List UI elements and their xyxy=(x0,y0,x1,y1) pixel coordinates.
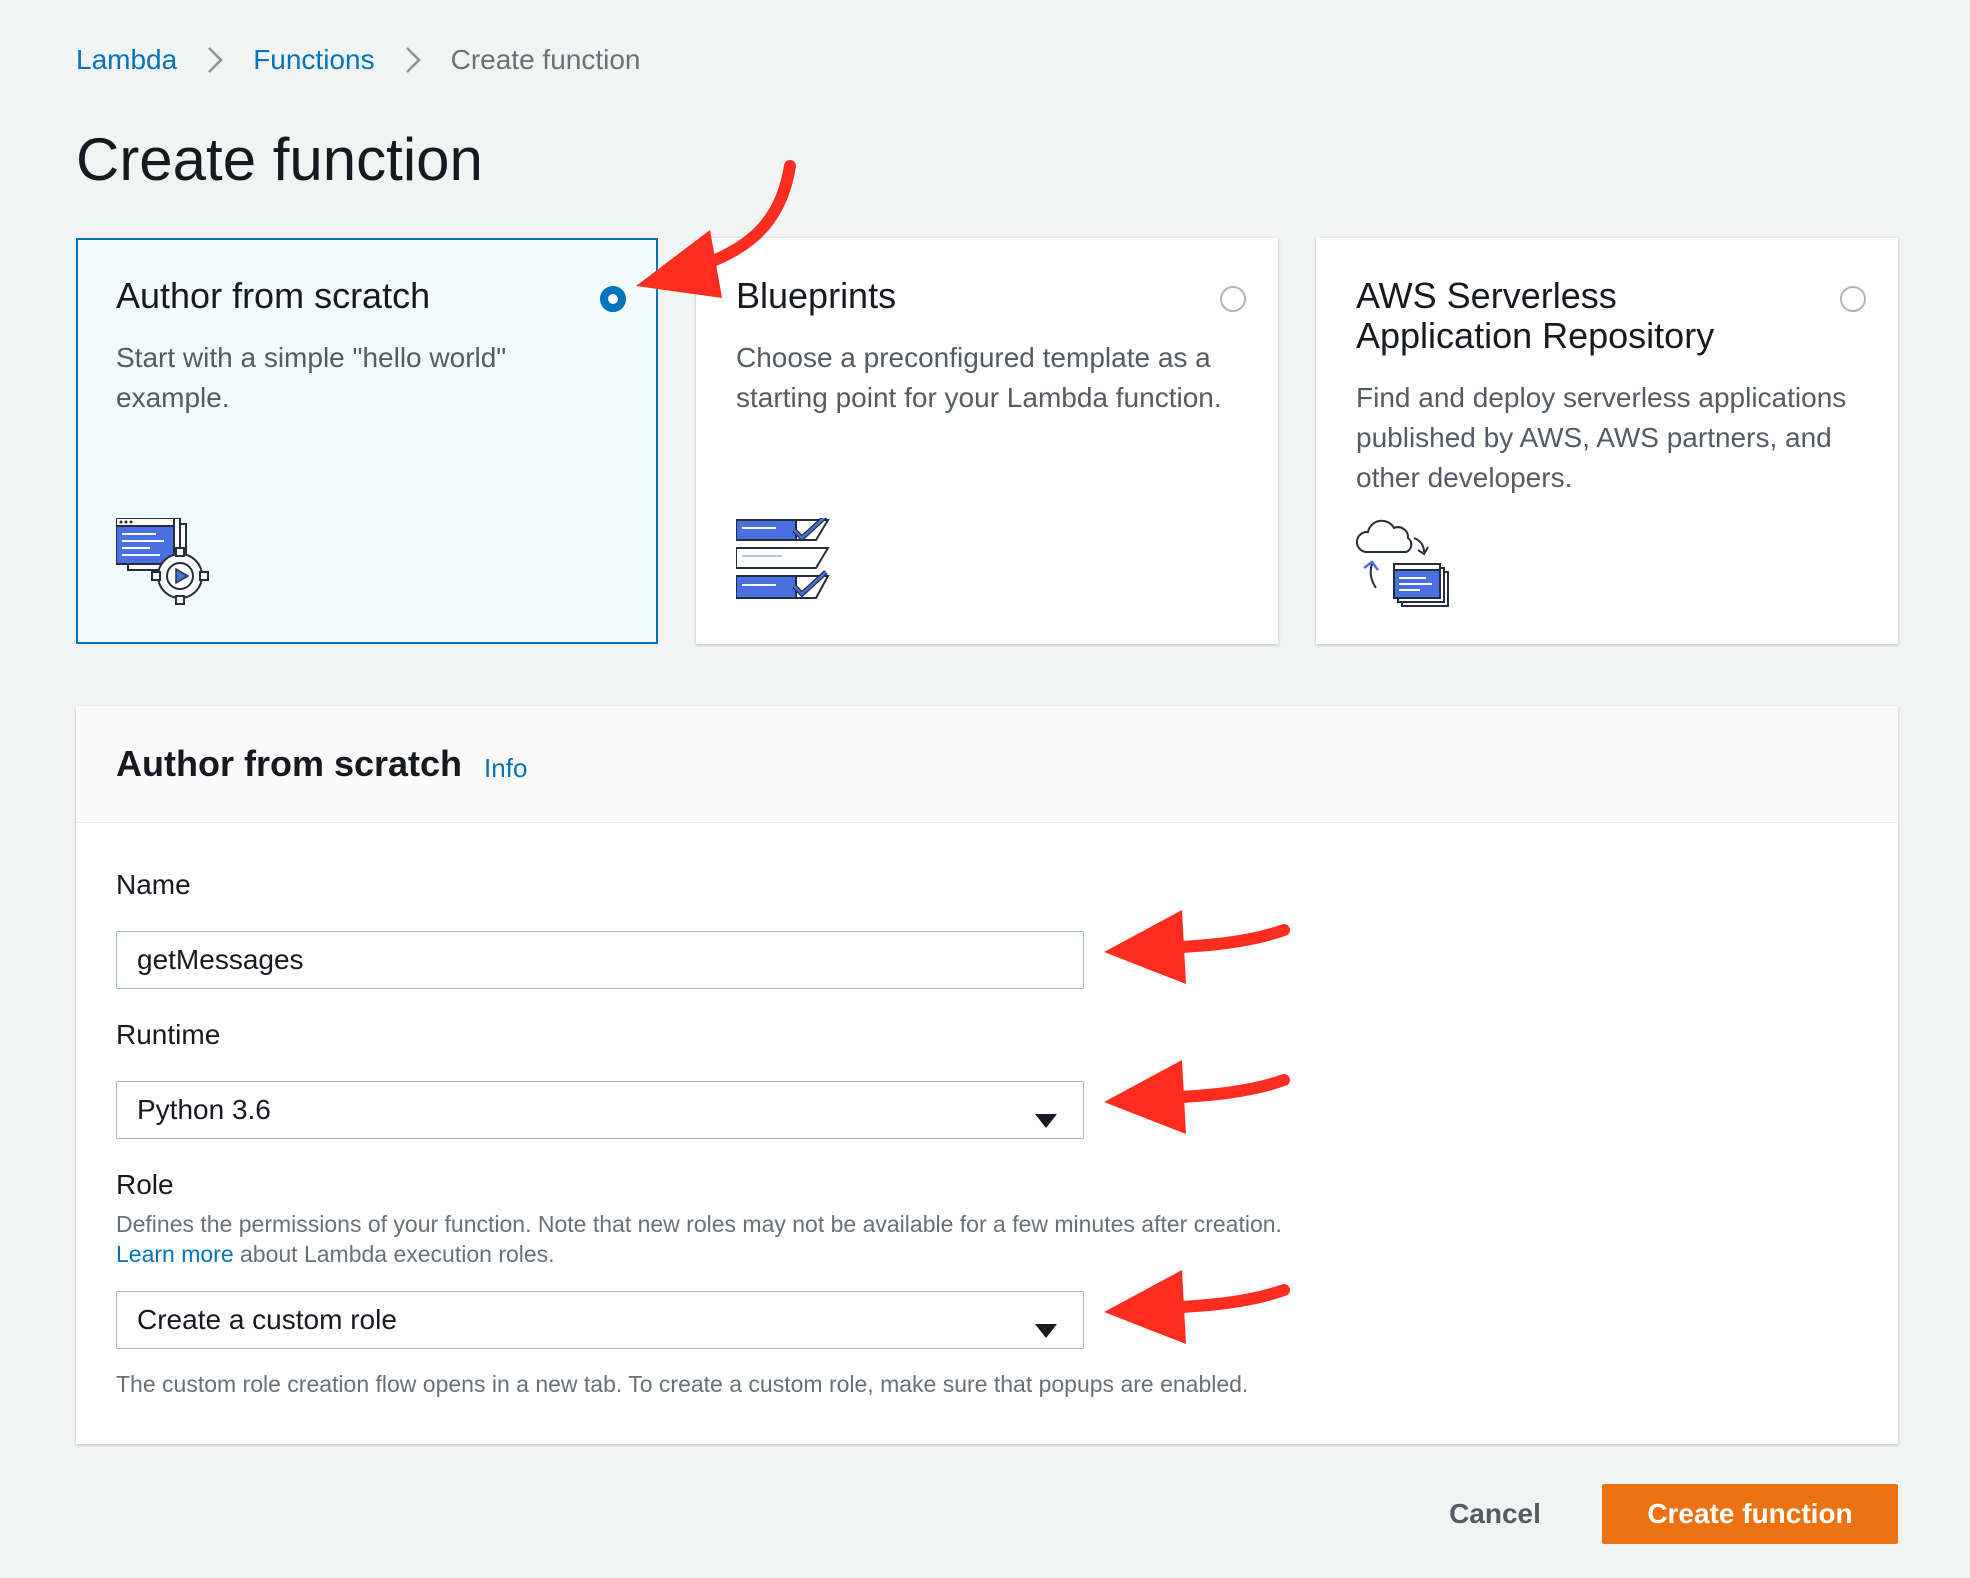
breadcrumb: Lambda Functions Create function xyxy=(76,40,640,80)
breadcrumb-functions[interactable]: Functions xyxy=(253,40,374,80)
option-radio[interactable] xyxy=(600,286,626,312)
runtime-select[interactable]: Python 3.6 xyxy=(116,1081,1084,1139)
option-title: Blueprints xyxy=(736,275,897,316)
breadcrumb-create-function: Create function xyxy=(450,44,641,75)
blueprints-checklist-icon xyxy=(735,514,836,615)
learn-more-suffix: about Lambda execution roles. xyxy=(233,1241,555,1267)
caret-down-icon xyxy=(1035,1103,1057,1135)
learn-more-link[interactable]: Learn more xyxy=(116,1241,234,1267)
option-description: Find and deploy serverless applications … xyxy=(1356,382,1847,493)
option-serverless-app-repo[interactable]: AWS Serverless Application Repository Fi… xyxy=(1316,238,1898,644)
option-description: Start with a simple "hello world" exampl… xyxy=(116,342,507,413)
name-label: Name xyxy=(116,869,191,900)
option-radio[interactable] xyxy=(1840,286,1866,312)
role-description: Defines the permissions of your function… xyxy=(116,1211,1282,1237)
create-function-button[interactable]: Create function xyxy=(1602,1484,1898,1544)
runtime-selected-value: Python 3.6 xyxy=(137,1094,271,1125)
chevron-right-icon xyxy=(207,46,223,74)
panel-title: Author from scratch xyxy=(116,743,463,784)
info-link[interactable]: Info xyxy=(484,753,527,784)
role-select[interactable]: Create a custom role xyxy=(116,1291,1084,1349)
breadcrumb-lambda[interactable]: Lambda xyxy=(76,40,177,80)
chevron-right-icon xyxy=(405,46,421,74)
cloud-sync-icon xyxy=(1356,518,1456,615)
code-gear-icon xyxy=(115,517,216,615)
page-title: Create function xyxy=(76,126,483,193)
function-name-input[interactable] xyxy=(116,931,1084,989)
option-title: Author from scratch xyxy=(116,275,431,316)
option-blueprints[interactable]: Blueprints Choose a preconfigured templa… xyxy=(696,238,1278,644)
option-title: AWS Serverless Application Repository xyxy=(1356,275,1715,356)
runtime-label: Runtime xyxy=(116,1019,221,1050)
role-note: The custom role creation flow opens in a… xyxy=(116,1371,1249,1397)
caret-down-icon xyxy=(1035,1313,1057,1345)
cancel-button[interactable]: Cancel xyxy=(1440,1484,1550,1544)
option-description: Choose a preconfigured template as a sta… xyxy=(736,342,1222,413)
option-author-from-scratch[interactable]: Author from scratch Start with a simple … xyxy=(76,238,658,644)
role-selected-value: Create a custom role xyxy=(137,1304,397,1335)
option-radio[interactable] xyxy=(1220,286,1246,312)
panel-header: Author from scratch Info xyxy=(76,706,1898,823)
role-learn-more-line: Learn more about Lambda execution roles. xyxy=(116,1239,555,1269)
role-label: Role xyxy=(116,1169,174,1200)
author-from-scratch-panel: Author from scratch Info Name Runtime Py… xyxy=(76,706,1898,1444)
